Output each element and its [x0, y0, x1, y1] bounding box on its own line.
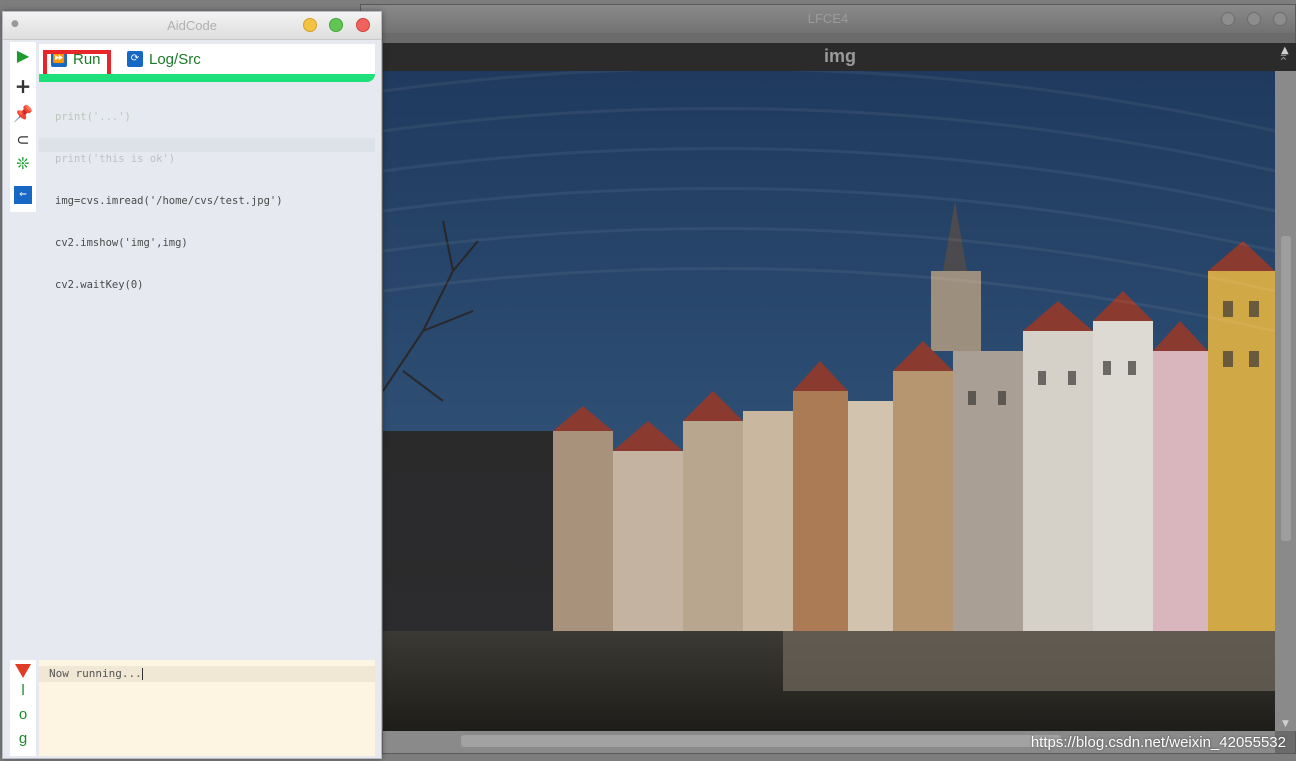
image-subwindow-header: img ⌅: [383, 43, 1296, 71]
viewer-maximize-button[interactable]: [1247, 12, 1261, 26]
scroll-down-icon[interactable]: ▼: [1282, 719, 1289, 729]
code-line: print('this is ok'): [55, 153, 176, 165]
pin-icon[interactable]: 📌: [10, 102, 36, 126]
log-status-text: Now running...: [49, 667, 142, 680]
code-text[interactable]: print('...') print('this is ok') img=cvs…: [55, 82, 283, 320]
text-caret: [141, 668, 143, 680]
image-viewer-window: LFCE4 img ⌅ ▲ ▼: [360, 4, 1296, 754]
log-text: Now running...: [49, 666, 143, 682]
attach-icon[interactable]: ⊂: [10, 128, 36, 152]
code-line: cv2.waitKey(0): [55, 279, 144, 291]
image-window-title: img: [823, 46, 856, 66]
aidcode-titlebar[interactable]: ● AidCode: [3, 12, 381, 40]
log-letter: o: [18, 706, 28, 723]
aidcode-window: ● AidCode ▶ + 📌 ⊂ ❊ ⇐ ⏩ Run ⟳ Log/Src pr…: [2, 11, 382, 759]
vertical-scroll-thumb[interactable]: [1281, 236, 1291, 541]
viewer-titlebar[interactable]: LFCE4: [361, 5, 1295, 33]
vertical-scrollbar[interactable]: ▲ ▼: [1275, 45, 1296, 731]
run-icon[interactable]: ▶: [10, 44, 36, 68]
town-photo: [383, 71, 1275, 731]
refresh-icon: ⟳: [127, 51, 143, 67]
active-tab-indicator: [39, 74, 375, 82]
minimize-button[interactable]: [303, 18, 317, 32]
aidcode-title: AidCode: [167, 18, 217, 33]
scroll-up-icon[interactable]: ▲: [1281, 45, 1289, 56]
settings-icon[interactable]: ❊: [10, 152, 36, 176]
log-letter: g: [18, 730, 28, 747]
back-icon[interactable]: ⇐: [10, 180, 36, 204]
log-output[interactable]: Now running...: [39, 660, 375, 756]
add-icon[interactable]: +: [10, 74, 36, 98]
viewer-window-title: LFCE4: [807, 11, 849, 26]
code-line: print('...'): [55, 111, 131, 123]
left-toolbar: ▶ + 📌 ⊂ ❊ ⇐: [10, 42, 36, 212]
code-line: img=cvs.imread('/home/cvs/test.jpg'): [55, 195, 283, 207]
viewer-minimize-button[interactable]: [1221, 12, 1235, 26]
viewer-close-button[interactable]: [1273, 12, 1287, 26]
code-line: cv2.imshow('img',img): [55, 237, 188, 249]
code-editor[interactable]: print('...') print('this is ok') img=cvs…: [39, 82, 375, 654]
displayed-photo: [383, 71, 1275, 731]
watermark: https://blog.csdn.net/weixin_42055532: [1030, 734, 1286, 751]
maximize-button[interactable]: [329, 18, 343, 32]
horizontal-scroll-thumb[interactable]: [461, 735, 1061, 747]
tab-log-src-label: Log/Src: [149, 50, 201, 68]
log-letter: l: [21, 682, 25, 699]
tab-log-src[interactable]: ⟳ Log/Src: [127, 47, 201, 71]
collapse-log-icon[interactable]: [15, 664, 31, 678]
log-toolbar: l o g: [10, 660, 36, 756]
close-button[interactable]: [356, 18, 370, 32]
